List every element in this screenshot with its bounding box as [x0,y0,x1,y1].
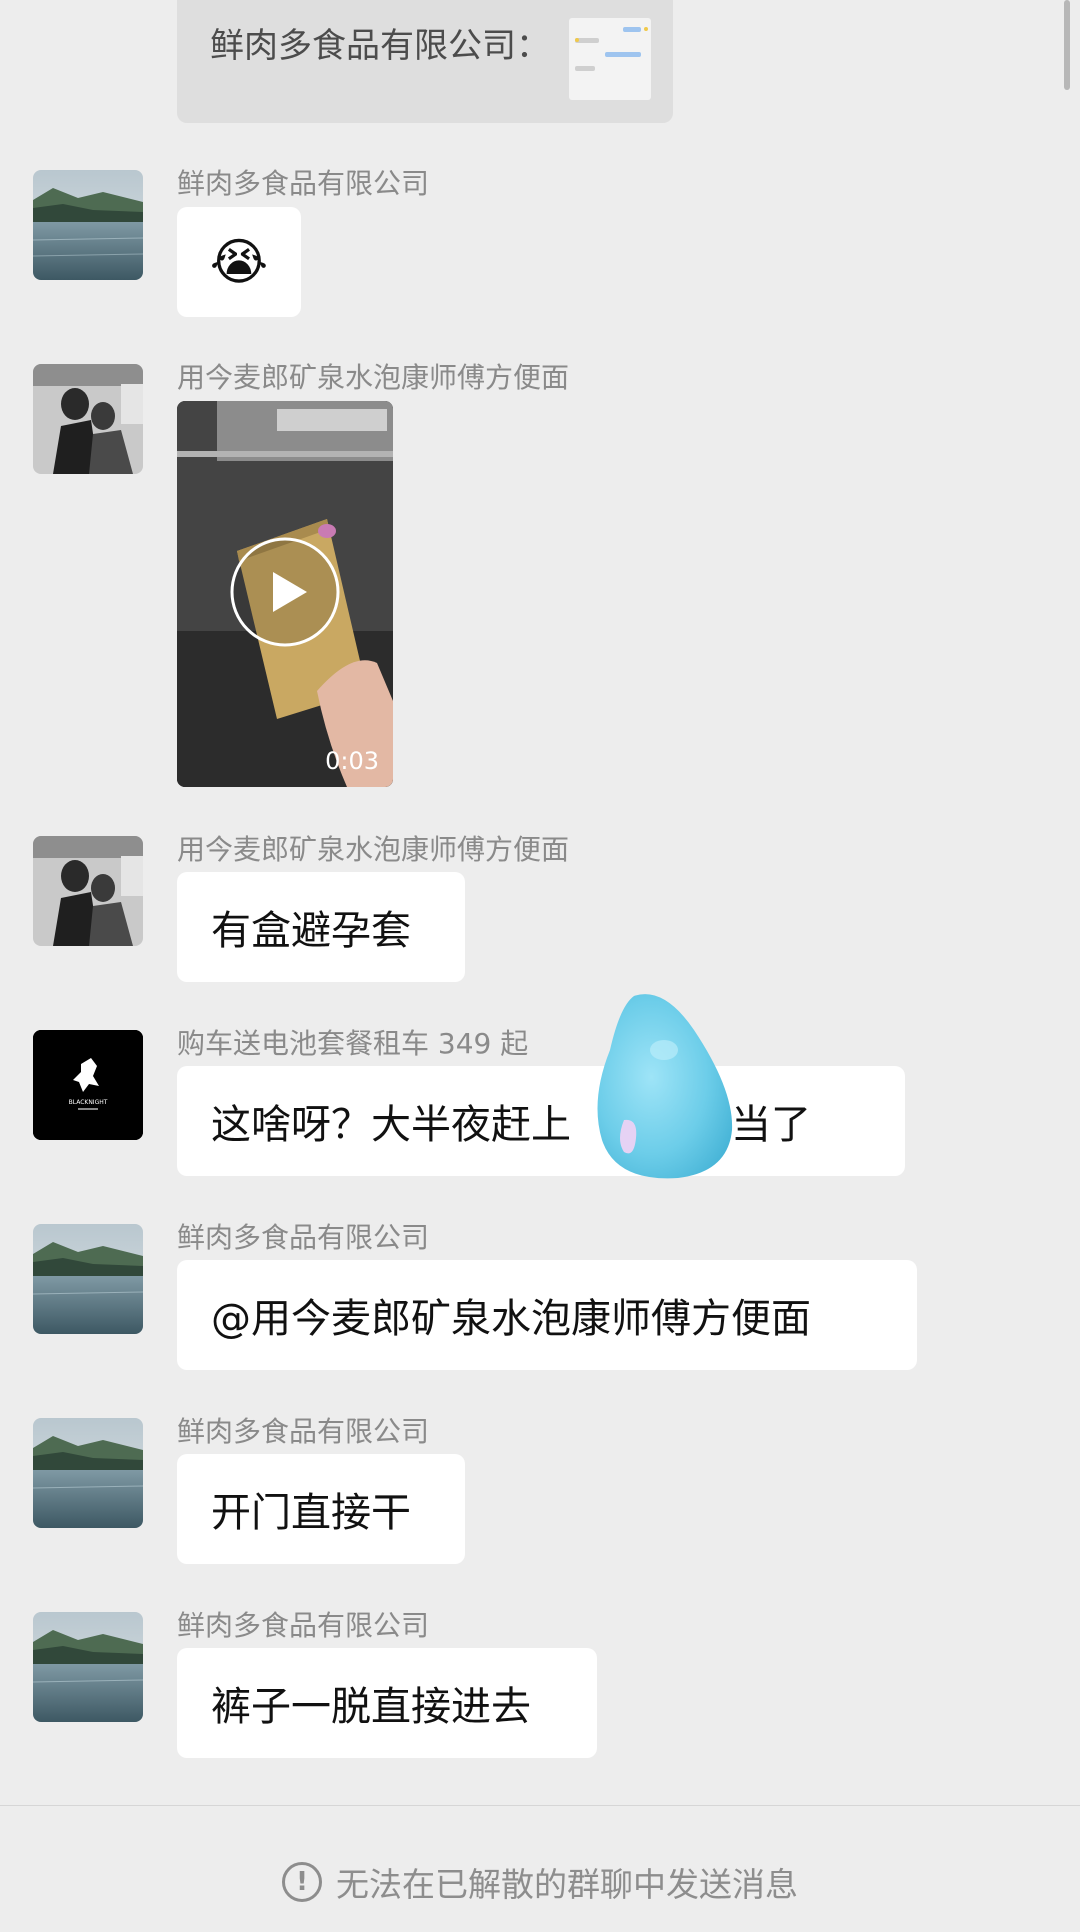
message-bubble[interactable]: @用今麦郎矿泉水泡康师傅方便面 [177,1260,917,1370]
avatar-lake[interactable] [33,1418,143,1528]
scrollbar[interactable] [1064,0,1070,90]
message-text: 开门直接干 [211,1490,411,1536]
exclamation-circle-icon: ! [282,1862,322,1902]
video-message[interactable]: 0:03 [177,401,393,787]
message-bubble[interactable]: 开门直接干 [177,1454,465,1564]
message-bubble-emoji[interactable]: 😭 [177,207,301,317]
water-drop-sticker-icon[interactable] [594,990,739,1180]
message-bubble[interactable]: 有盒避孕套 [177,872,465,982]
message-text: @用今麦郎矿泉水泡康师傅方便面 [211,1296,811,1342]
video-duration: 0:03 [325,747,379,775]
sender-name: 用今麦郎矿泉水泡康师傅方便面 [177,833,570,866]
message-bubble[interactable]: 这啥呀？大半夜赶上 勾当了 [177,1066,905,1176]
avatar-blacknight-logo[interactable]: BLACKNIGHT [33,1030,143,1140]
disbanded-group-notice-bar: ! 无法在已解散的群聊中发送消息 [0,1805,1080,1932]
chat-message-list[interactable]: 鲜肉多食品有限公司： 鲜肉多食品有限公司 😭 用今麦郎矿泉水泡康师傅方便面 0:… [0,0,1080,1805]
quoted-screenshot-thumbnail[interactable] [569,18,651,100]
message-bubble[interactable]: 裤子一脱直接进去 [177,1648,597,1758]
sender-name: 购车送电池套餐租车 349 起 [177,1027,529,1060]
play-icon[interactable] [229,536,341,648]
message-text: 裤子一脱直接进去 [211,1684,531,1730]
avatar-couple-photo[interactable] [33,836,143,946]
avatar-lake[interactable] [33,1224,143,1334]
crying-face-emoji-icon: 😭 [209,233,269,291]
avatar-lake[interactable] [33,1612,143,1722]
sender-name: 鲜肉多食品有限公司 [177,1415,430,1448]
sender-name: 鲜肉多食品有限公司 [177,1609,430,1642]
avatar-couple-photo[interactable] [33,364,143,474]
notice-text: 无法在已解散的群聊中发送消息 [336,1865,798,1904]
sender-name: 鲜肉多食品有限公司 [177,167,430,200]
sender-name: 用今麦郎矿泉水泡康师傅方便面 [177,361,570,394]
logo-text: BLACKNIGHT [69,1099,108,1106]
message-text: 有盒避孕套 [211,908,411,954]
quoted-message-text: 鲜肉多食品有限公司： [210,26,550,66]
message-text: 这啥呀？大半夜赶上 [211,1102,571,1148]
quoted-message-bubble[interactable]: 鲜肉多食品有限公司： [177,0,673,123]
sender-name: 鲜肉多食品有限公司 [177,1221,430,1254]
avatar-lake[interactable] [33,170,143,280]
